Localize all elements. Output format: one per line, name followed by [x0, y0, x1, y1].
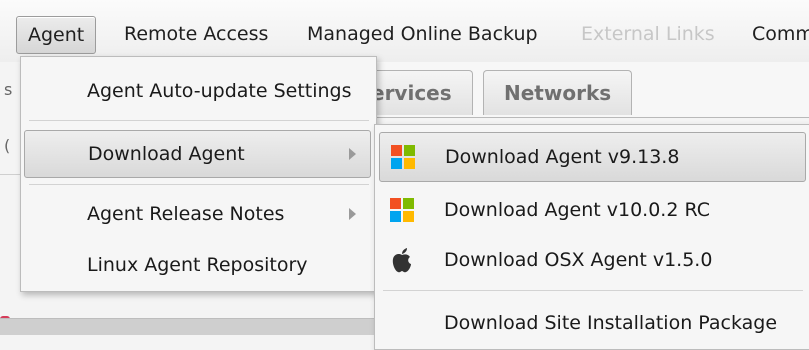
- menu-item-download-agent[interactable]: Download Agent: [24, 130, 371, 178]
- menu-remote-access[interactable]: Remote Access: [124, 16, 268, 52]
- submenu-item-osx-agent-v1-5-0[interactable]: Download OSX Agent v1.5.0: [375, 236, 809, 284]
- menu-external-links[interactable]: External Links: [581, 16, 715, 52]
- background-glyph: s: [4, 80, 13, 99]
- menu-comm[interactable]: Comm: [752, 16, 809, 52]
- windows-icon: [390, 198, 414, 222]
- submenu-item-site-installation-package[interactable]: Download Site Installation Package: [375, 299, 809, 347]
- tab-networks[interactable]: Networks: [483, 70, 633, 115]
- menu-managed-online-backup[interactable]: Managed Online Backup: [307, 16, 538, 52]
- divider: [0, 174, 22, 175]
- submenu-item-agent-v10-0-2-rc[interactable]: Download Agent v10.0.2 RC: [375, 186, 809, 234]
- background-tab-strip: ervices Networks: [358, 62, 809, 118]
- download-agent-submenu: Download Agent v9.13.8 Download Agent v1…: [374, 124, 809, 350]
- agent-dropdown-menu: Agent Auto-update Settings Download Agen…: [20, 56, 377, 292]
- submenu-arrow-icon: [349, 148, 356, 160]
- menu-agent[interactable]: Agent: [16, 16, 97, 54]
- background-glyph: (: [4, 136, 11, 155]
- menu-item-label: Agent Auto-update Settings: [87, 80, 352, 102]
- submenu-item-label: Download Agent v10.0.2 RC: [444, 199, 710, 221]
- background-panel-header: [0, 318, 380, 335]
- menu-item-auto-update-settings[interactable]: Agent Auto-update Settings: [21, 68, 376, 114]
- submenu-item-label: Download OSX Agent v1.5.0: [444, 249, 713, 271]
- menu-item-label: Linux Agent Repository: [87, 254, 308, 276]
- background-left-panel: s (: [0, 62, 22, 348]
- submenu-arrow-icon: [349, 208, 356, 220]
- submenu-item-agent-v9-13-8[interactable]: Download Agent v9.13.8: [379, 132, 806, 182]
- top-menu-bar: Agent Remote Access Managed Online Backu…: [0, 0, 809, 63]
- menu-separator: [383, 290, 803, 291]
- apple-icon: [392, 248, 411, 273]
- menu-separator: [29, 184, 369, 185]
- menu-separator: [29, 120, 369, 121]
- menu-item-release-notes[interactable]: Agent Release Notes: [21, 191, 376, 237]
- submenu-item-label: Download Site Installation Package: [444, 312, 778, 334]
- menu-item-label: Download Agent: [88, 143, 245, 165]
- submenu-item-label: Download Agent v9.13.8: [445, 146, 680, 168]
- menu-item-linux-repository[interactable]: Linux Agent Repository: [21, 242, 376, 288]
- menu-item-label: Agent Release Notes: [87, 203, 285, 225]
- windows-icon: [391, 145, 415, 169]
